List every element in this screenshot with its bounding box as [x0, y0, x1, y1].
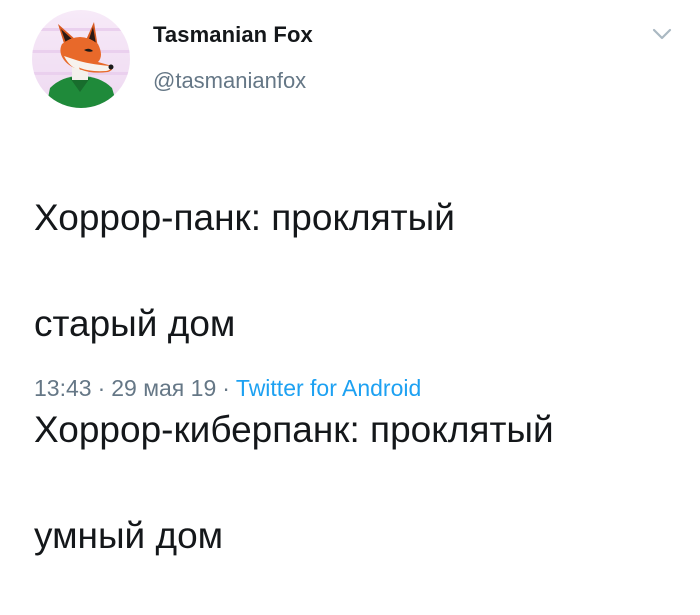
- chevron-down-icon[interactable]: [648, 22, 676, 46]
- user-handle[interactable]: @tasmanianfox: [153, 68, 306, 94]
- tweet-text-line: старый дом: [34, 303, 236, 344]
- avatar[interactable]: [32, 10, 130, 108]
- fox-avatar-image: [32, 10, 130, 108]
- meta-separator: ·: [222, 375, 230, 401]
- tweet-time[interactable]: 13:43: [34, 375, 92, 401]
- client-link[interactable]: Twitter for Android: [236, 375, 421, 401]
- display-name[interactable]: Tasmanian Fox: [153, 22, 313, 48]
- tweet-text-line: Хоррор-киберпанк: проклятый: [34, 409, 554, 450]
- tweet-card: Tasmanian Fox @tasmanianfox Хоррор-панк:…: [0, 0, 700, 556]
- tweet-text-line: Хоррор-панк: проклятый: [34, 197, 455, 238]
- tweet-date[interactable]: 29 мая 19: [111, 375, 216, 401]
- tweet-meta: 13:43 · 29 мая 19 · Twitter for Android: [34, 375, 421, 402]
- tweet-text-line: умный дом: [34, 515, 224, 556]
- meta-separator: ·: [97, 375, 106, 401]
